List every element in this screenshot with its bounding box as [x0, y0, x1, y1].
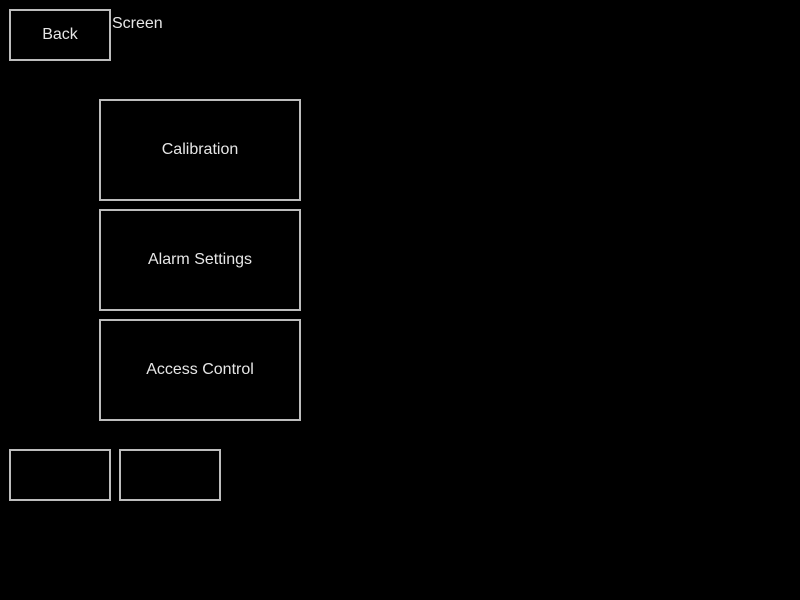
blank-button-1[interactable] — [9, 449, 111, 501]
blank-button-2[interactable] — [119, 449, 221, 501]
back-button-label: Back — [42, 26, 78, 43]
alarm-settings-button[interactable]: Alarm Settings — [99, 209, 301, 311]
access-control-button-label: Access Control — [146, 361, 254, 378]
screen-title: Screen — [112, 15, 163, 32]
calibration-button-label: Calibration — [161, 141, 239, 158]
alarm-settings-button-label: Alarm Settings — [147, 251, 253, 268]
access-control-button[interactable]: Access Control — [99, 319, 301, 421]
back-button[interactable]: Back — [9, 9, 111, 61]
calibration-button[interactable]: Calibration — [99, 99, 301, 201]
